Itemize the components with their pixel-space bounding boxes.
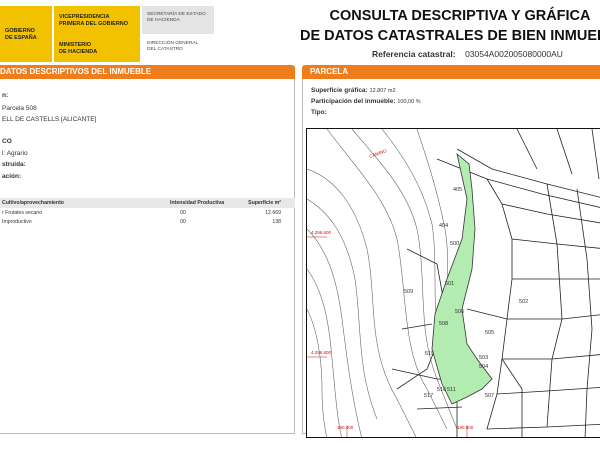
map-label-501: 501 xyxy=(445,281,455,287)
datos-descriptivos-header: DATOS DESCRIPTIVOS DEL INMUEBLE xyxy=(0,65,295,79)
tipo-label: Tipo: xyxy=(311,109,327,116)
ref-label: Referencia catastral: xyxy=(372,49,456,59)
map-label-508: 508 xyxy=(439,321,449,327)
col-cultivo: Cultivo/aprovechamiento xyxy=(2,199,64,206)
ref-value: 03054A002005080000AU xyxy=(465,49,563,59)
part-value: 100,00 % xyxy=(397,99,421,105)
left-line-municipio: ELL DE CASTELLS [ALICANTE] xyxy=(2,116,97,123)
sup-label: Superficie gráfica: xyxy=(311,87,368,94)
map-label-515: 515 xyxy=(425,351,435,357)
gobierno-line-2: DE ESPAÑA xyxy=(5,34,37,41)
direccion-line-2: DEL CATASTRO xyxy=(147,47,183,52)
parcel-boundaries xyxy=(391,129,600,437)
left-line-uso: l: Agrario xyxy=(2,150,28,157)
map-label-511: 511 xyxy=(447,387,456,393)
tipo: Tipo: xyxy=(311,109,327,116)
sup-value: 12.807 m2 xyxy=(369,88,396,94)
direccion-logo: DIRECCIÓN GENERAL DEL CATASTRO xyxy=(142,36,214,62)
title-line-2: DE DATOS CATASTRALES DE BIEN INMUEBLE xyxy=(300,28,600,44)
cell-intensidad: 00 xyxy=(180,209,186,216)
map-label-405: 405 xyxy=(453,187,463,193)
map-label-506: 506 xyxy=(455,309,465,315)
vice-line-2: PRIMERA DEL GOBIERNO xyxy=(59,20,129,27)
page-title: CONSULTA DESCRIPTIVA Y GRÁFICA DE DATOS … xyxy=(300,6,600,46)
map-label-500: 500 xyxy=(450,241,460,247)
vicepresidencia-logo: VICEPRESIDENCIA PRIMERA DEL GOBIERNO MIN… xyxy=(54,6,140,62)
cell-intensidad: 00 xyxy=(180,218,186,225)
left-panel xyxy=(0,79,295,434)
cell-cultivo: r Frutales secano xyxy=(2,209,43,216)
left-line-construccion: ación: xyxy=(2,173,22,180)
col-superficie: Superficie m² xyxy=(248,199,281,206)
table-row: Improductivo 00 138 xyxy=(0,217,295,226)
map-label-504: 504 xyxy=(479,364,489,370)
part-label: Participación del inmueble: xyxy=(311,98,396,105)
parcela-header: PARCELA xyxy=(302,65,600,79)
contour-lines xyxy=(307,129,458,437)
left-line-parcela: Parcela 508 xyxy=(2,105,37,112)
map-label-404: 404 xyxy=(439,223,449,229)
map-label-516: 516 xyxy=(437,387,447,393)
gobierno-line-1: GOBIERNO xyxy=(5,28,35,34)
map-coord-y1: 4.296.600 xyxy=(311,230,332,235)
col-intensidad: Intensidad Productiva xyxy=(170,199,225,206)
superficie-grafica: Superficie gráfica: 12.807 m2 xyxy=(311,87,396,94)
secretaria-logo: SECRETARÍA DE ESTADO DE HACIENDA xyxy=(142,6,214,34)
map-label-502: 502 xyxy=(519,299,529,305)
ministry-line-2: DE HACIENDA xyxy=(59,48,98,55)
cultivos-table: Cultivo/aprovechamiento Intensidad Produ… xyxy=(0,198,295,226)
map-label-507: 507 xyxy=(485,393,495,399)
map-label-503: 503 xyxy=(479,355,489,361)
left-line-ref: n: xyxy=(2,92,9,99)
left-line-superficie-construida: struida: xyxy=(2,161,26,168)
secretaria-line-2: DE HACIENDA xyxy=(147,18,180,23)
table-header-row: Cultivo/aprovechamiento Intensidad Produ… xyxy=(0,198,295,208)
cell-cultivo: Improductivo xyxy=(2,218,32,225)
map-coord-x2: 190.600 xyxy=(457,425,474,430)
ministerio-text: MINISTERIO DE HACIENDA xyxy=(59,42,97,55)
table-row: r Frutales secano 00 12.669 xyxy=(0,208,295,217)
cell-superficie: 12.669 xyxy=(265,209,281,216)
vicepresidencia-text: VICEPRESIDENCIA PRIMERA DEL GOBIERNO xyxy=(59,14,128,27)
participacion-inmueble: Participación del inmueble: 100,00 % xyxy=(311,98,421,105)
referencia-catastral: Referencia catastral: 03054A002005080000… xyxy=(372,49,563,59)
map-label-517: 517 xyxy=(424,393,434,399)
map-label-505: 505 xyxy=(485,330,495,336)
gobierno-logo: GOBIERNO DE ESPAÑA xyxy=(0,6,52,62)
map-coord-x1: 190.400 xyxy=(337,425,354,430)
cadastral-map[interactable]: 405 404 500 501 502 503 504 505 506 508 … xyxy=(306,128,600,438)
left-line-clase: CO xyxy=(2,138,12,145)
cell-superficie: 138 xyxy=(272,218,281,225)
gobierno-logo-text: GOBIERNO DE ESPAÑA xyxy=(5,28,37,41)
map-label-509: 509 xyxy=(404,289,414,295)
map-coord-y2: 4.296.800 xyxy=(311,350,332,355)
title-line-1: CONSULTA DESCRIPTIVA Y GRÁFICA xyxy=(329,8,591,24)
